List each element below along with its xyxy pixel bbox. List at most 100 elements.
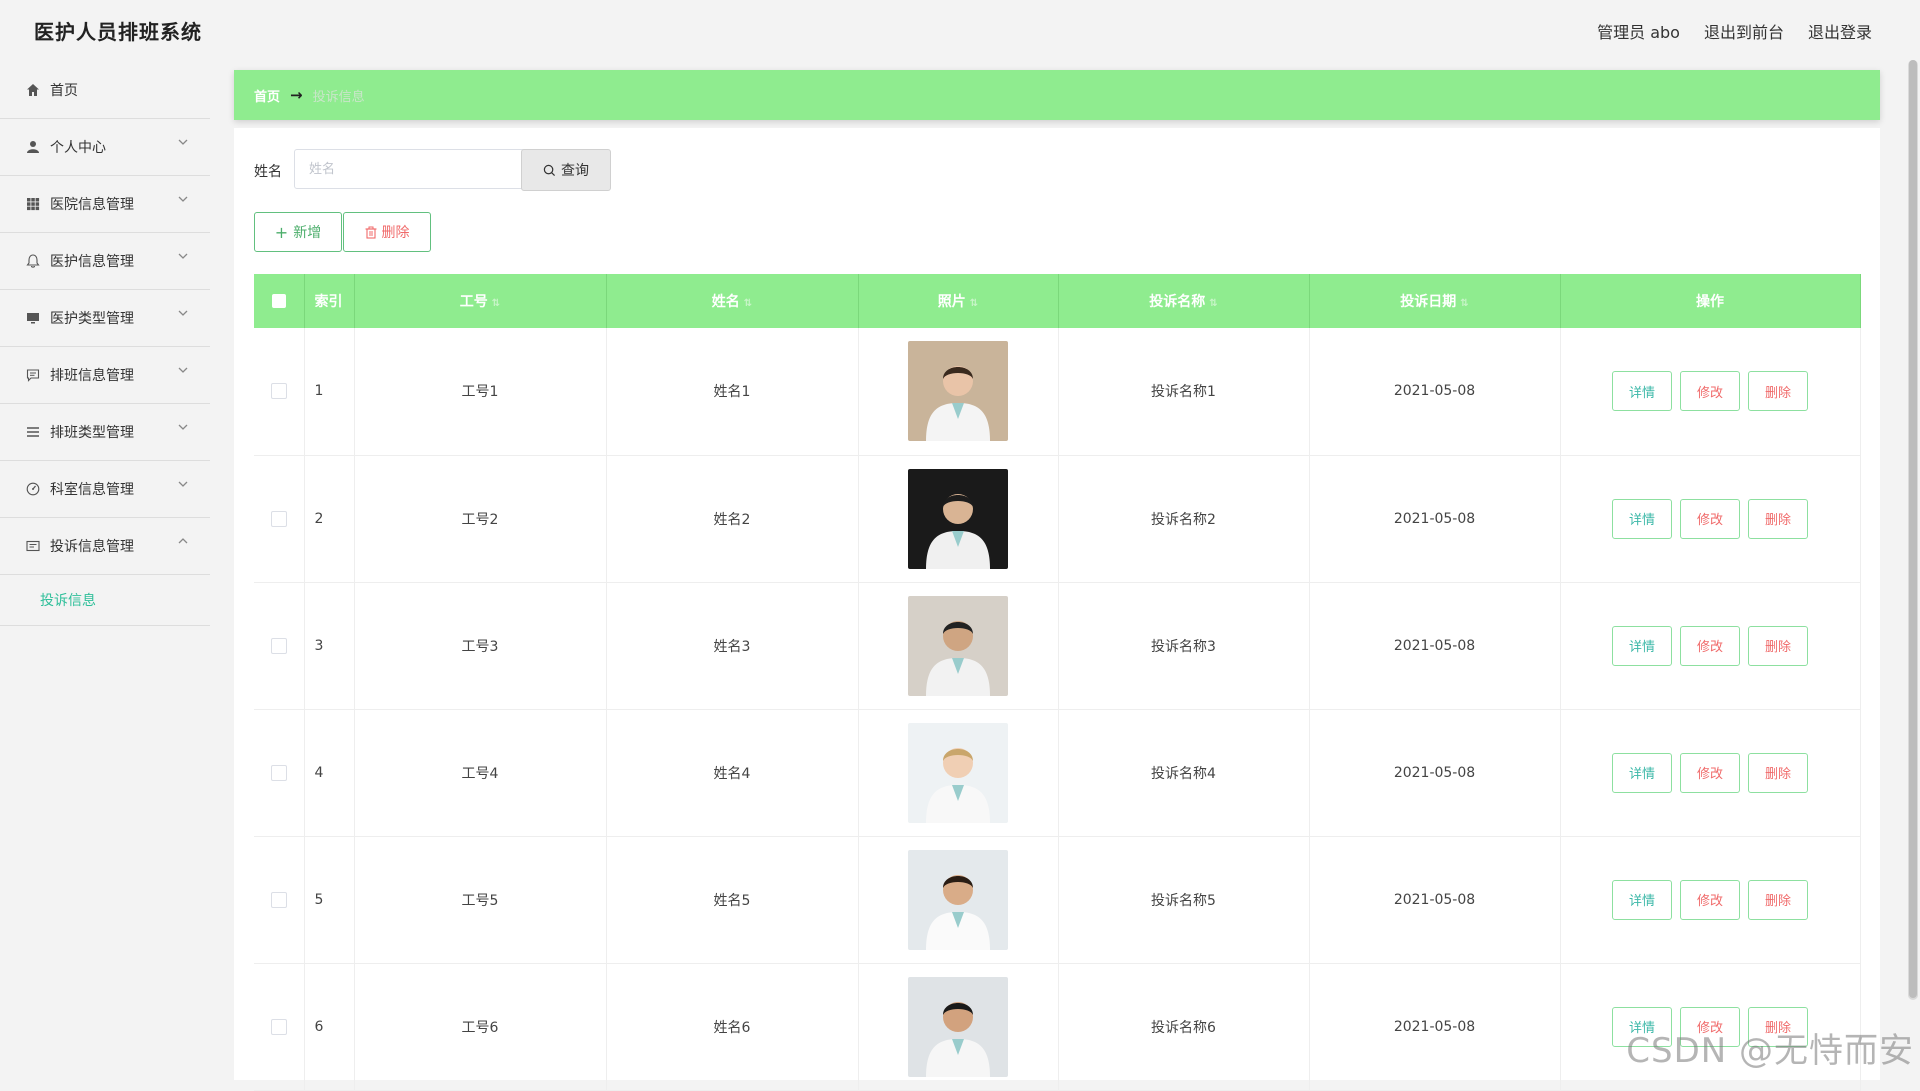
row-actions: 详情 修改 删除 xyxy=(1562,371,1859,412)
sidebar-item-label: 个人中心 xyxy=(50,140,106,156)
select-all-checkbox[interactable] xyxy=(271,294,286,308)
actions-cell: 详情 修改 删除 xyxy=(1560,709,1861,836)
name-cell: 姓名6 xyxy=(606,963,859,1090)
row-checkbox[interactable] xyxy=(270,1018,287,1035)
column-header-complaint-date[interactable]: 投诉日期 ⇅ xyxy=(1309,274,1561,328)
complaint-date-cell: 2021-05-08 xyxy=(1309,709,1561,836)
edit-button[interactable]: 修改 xyxy=(1680,879,1740,920)
row-checkbox[interactable] xyxy=(270,510,287,527)
row-checkbox[interactable] xyxy=(270,764,287,781)
index-cell: 3 xyxy=(304,582,355,709)
edit-button[interactable]: 修改 xyxy=(1680,752,1740,793)
sidebar-item-personal-center[interactable]: 个人中心 xyxy=(0,119,210,176)
sort-icon[interactable]: ⇅ xyxy=(492,298,500,309)
complaint-date-cell: 2021-05-08 xyxy=(1309,836,1561,963)
column-header-label: 索引 xyxy=(314,294,343,310)
row-checkbox[interactable] xyxy=(270,383,287,400)
sidebar-subitem-complaint-info[interactable]: 投诉信息 xyxy=(0,575,210,626)
sidebar-item-hospital[interactable]: 医院信息管理 xyxy=(0,176,210,233)
actions-cell: 详情 修改 删除 xyxy=(1560,455,1861,582)
sort-icon[interactable]: ⇅ xyxy=(744,298,752,309)
chevron-up-icon xyxy=(178,538,188,544)
detail-button[interactable]: 详情 xyxy=(1612,879,1672,920)
query-button[interactable]: 查询 xyxy=(521,149,611,191)
edit-button[interactable]: 修改 xyxy=(1680,371,1740,412)
row-checkbox[interactable] xyxy=(270,891,287,908)
doctor-photo[interactable] xyxy=(908,849,1008,950)
complaint-name-cell: 投诉名称1 xyxy=(1058,328,1310,455)
detail-button[interactable]: 详情 xyxy=(1612,498,1672,539)
doctor-photo[interactable] xyxy=(908,341,1008,442)
sidebar-item-home[interactable]: 首页 xyxy=(0,62,210,119)
delete-button[interactable]: 删除 xyxy=(1748,879,1808,920)
job-no-cell: 工号2 xyxy=(354,455,607,582)
admin-user-link[interactable]: 管理员 abo xyxy=(1597,19,1680,43)
card-icon xyxy=(25,538,41,554)
edit-button[interactable]: 修改 xyxy=(1680,498,1740,539)
detail-button[interactable]: 详情 xyxy=(1612,625,1672,666)
name-cell: 姓名4 xyxy=(606,709,859,836)
sort-icon[interactable]: ⇅ xyxy=(1460,298,1468,309)
sidebar-item-label: 排班信息管理 xyxy=(50,368,134,384)
sidebar-item-label: 投诉信息管理 xyxy=(50,539,134,555)
complaint-name-cell: 投诉名称6 xyxy=(1058,963,1310,1090)
actions-cell: 详情 修改 删除 xyxy=(1560,836,1861,963)
scrollbar-thumb[interactable] xyxy=(1909,60,1917,998)
column-header-name[interactable]: 姓名 ⇅ xyxy=(606,274,859,328)
complaint-date-cell: 2021-05-08 xyxy=(1309,328,1561,455)
sidebar-item-complaint[interactable]: 投诉信息管理 xyxy=(0,518,210,575)
detail-button[interactable]: 详情 xyxy=(1612,371,1672,412)
column-header-photo[interactable]: 照片 ⇅ xyxy=(858,274,1059,328)
sidebar-item-label: 医院信息管理 xyxy=(50,197,134,213)
complaint-name-cell: 投诉名称3 xyxy=(1058,582,1310,709)
doctor-photo[interactable] xyxy=(908,595,1008,696)
complaint-date-cell: 2021-05-08 xyxy=(1309,582,1561,709)
batch-delete-label: 删除 xyxy=(381,225,410,241)
row-checkbox[interactable] xyxy=(270,637,287,654)
edit-button[interactable]: 修改 xyxy=(1680,625,1740,666)
table-row: 3 工号3 姓名3 投诉名称3 2021-05-08 详情 修改 删除 xyxy=(254,582,1861,709)
sidebar-item-department[interactable]: 科室信息管理 xyxy=(0,461,210,518)
index-cell: 6 xyxy=(304,963,355,1090)
delete-button[interactable]: 删除 xyxy=(1748,371,1808,412)
exit-to-frontend-link[interactable]: 退出到前台 xyxy=(1704,19,1784,43)
sidebar-item-schedule-info[interactable]: 排班信息管理 xyxy=(0,347,210,404)
doctor-photo[interactable] xyxy=(908,722,1008,823)
dashboard-icon xyxy=(25,481,41,497)
photo-cell xyxy=(858,709,1059,836)
breadcrumb-home[interactable]: 首页 xyxy=(254,86,280,105)
row-select-cell xyxy=(254,582,305,709)
table-row: 1 工号1 姓名1 投诉名称1 2021-05-08 详情 修改 删除 xyxy=(254,328,1861,455)
add-button[interactable]: + 新增 xyxy=(254,212,342,252)
chevron-down-icon xyxy=(178,139,188,145)
row-select-cell xyxy=(254,963,305,1090)
doctor-photo[interactable] xyxy=(908,976,1008,1077)
sort-icon[interactable]: ⇅ xyxy=(1209,298,1217,309)
row-actions: 详情 修改 删除 xyxy=(1562,752,1859,793)
logout-link[interactable]: 退出登录 xyxy=(1808,19,1872,43)
sidebar-item-medical-staff[interactable]: 医护信息管理 xyxy=(0,233,210,290)
delete-button[interactable]: 删除 xyxy=(1748,752,1808,793)
name-cell: 姓名3 xyxy=(606,582,859,709)
table-row: 6 工号6 姓名6 投诉名称6 2021-05-08 详情 修改 删除 xyxy=(254,963,1861,1090)
column-header-complaint-name[interactable]: 投诉名称 ⇅ xyxy=(1058,274,1310,328)
arrow-right-icon: → xyxy=(290,86,303,104)
row-select-cell xyxy=(254,455,305,582)
table-row: 2 工号2 姓名2 投诉名称2 2021-05-08 详情 修改 删除 xyxy=(254,455,1861,582)
app-title: 医护人员排班系统 xyxy=(34,20,202,44)
sidebar-item-schedule-type[interactable]: 排班类型管理 xyxy=(0,404,210,461)
bell-icon xyxy=(25,253,41,269)
column-header-job-no[interactable]: 工号 ⇅ xyxy=(354,274,607,328)
delete-button[interactable]: 删除 xyxy=(1748,625,1808,666)
name-search-input[interactable] xyxy=(294,149,540,189)
row-actions: 详情 修改 删除 xyxy=(1562,879,1859,920)
search-label: 姓名 xyxy=(254,164,282,180)
doctor-photo[interactable] xyxy=(908,468,1008,569)
chevron-down-icon xyxy=(178,367,188,373)
detail-button[interactable]: 详情 xyxy=(1612,752,1672,793)
sidebar-item-medical-type[interactable]: 医护类型管理 xyxy=(0,290,210,347)
sort-icon[interactable]: ⇅ xyxy=(970,298,978,309)
batch-delete-button[interactable]: 删除 xyxy=(343,212,431,252)
delete-button[interactable]: 删除 xyxy=(1748,498,1808,539)
job-no-cell: 工号6 xyxy=(354,963,607,1090)
